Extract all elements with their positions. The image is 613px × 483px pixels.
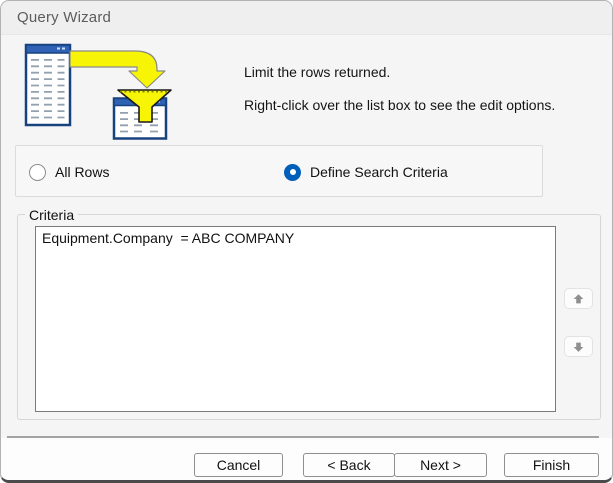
move-up-button[interactable] xyxy=(564,288,593,309)
cancel-button[interactable]: Cancel xyxy=(194,453,283,477)
footer-button-bar: Cancel < Back Next > Finish xyxy=(1,438,612,480)
criteria-listbox[interactable]: Equipment.Company = ABC COMPANY xyxy=(35,226,556,412)
intro-line-2: Right-click over the list box to see the… xyxy=(244,97,555,113)
radio-option-all-rows[interactable]: All Rows xyxy=(29,146,109,198)
all-rows-label: All Rows xyxy=(55,164,109,180)
window-title: Query Wizard xyxy=(17,9,111,26)
flow-arrow-icon xyxy=(70,51,165,88)
down-arrow-icon xyxy=(571,340,586,354)
define-search-criteria-label: Define Search Criteria xyxy=(310,164,448,180)
large-table-icon xyxy=(26,45,70,125)
row-filter-options-group: All Rows Define Search Criteria xyxy=(15,145,543,197)
move-down-button[interactable] xyxy=(564,336,593,357)
radio-option-define-search-criteria[interactable]: Define Search Criteria xyxy=(284,146,448,198)
up-arrow-icon xyxy=(571,292,586,306)
query-wizard-dialog: Query Wizard Limi xyxy=(0,0,613,483)
criteria-list-item[interactable]: Equipment.Company = ABC COMPANY xyxy=(36,227,555,246)
criteria-group-label: Criteria xyxy=(25,207,78,223)
intro-line-1: Limit the rows returned. xyxy=(244,64,390,80)
back-button[interactable]: < Back xyxy=(303,453,395,477)
finish-button[interactable]: Finish xyxy=(504,453,599,477)
tables-filter-funnel-icon xyxy=(21,41,181,143)
next-button[interactable]: Next > xyxy=(394,453,487,477)
title-bar[interactable]: Query Wizard xyxy=(1,1,612,35)
radio-unselected-icon[interactable] xyxy=(29,164,46,181)
radio-selected-icon[interactable] xyxy=(284,164,301,181)
